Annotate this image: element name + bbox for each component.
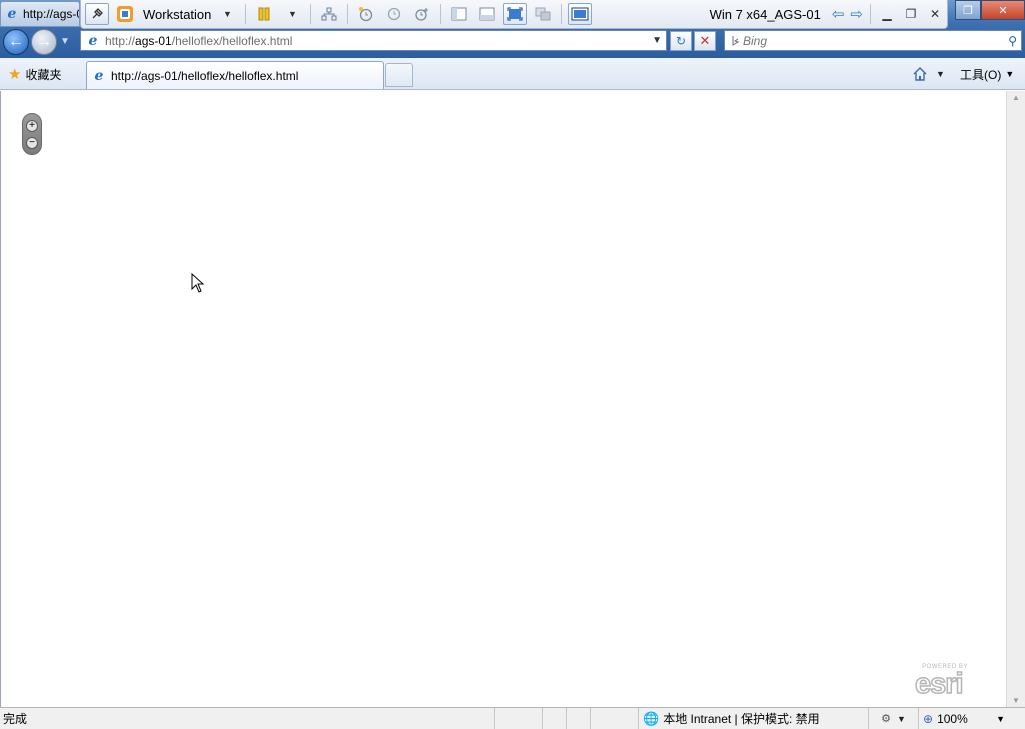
next-vm-icon[interactable]: ⇨ (850, 5, 863, 23)
address-text[interactable]: http://ags-01/helloflex/helloflex.html (105, 34, 292, 48)
window-title-tab[interactable]: e http://ags-01/helloflex/helloflex.html (0, 1, 80, 27)
mouse-cursor-icon (191, 273, 205, 293)
status-cell (542, 707, 566, 729)
vertical-scrollbar[interactable]: ▲ ▼ (1006, 91, 1025, 707)
favorites-label: 收藏夹 (25, 67, 62, 82)
home-button[interactable]: ▼ (912, 64, 945, 84)
search-icon[interactable]: ⚲ (1008, 34, 1017, 48)
window-restore-icon[interactable]: ❐ (955, 0, 981, 20)
workstation-menu[interactable]: Workstation (143, 7, 211, 22)
search-box[interactable]: ⚲ (724, 30, 1022, 51)
window-controls: ❐ ✕ (955, 0, 1025, 20)
lock-icon: ⚙ (881, 713, 891, 725)
pin-icon[interactable] (85, 3, 109, 25)
page-icon: e (88, 32, 98, 49)
star-icon: ★ (8, 66, 22, 83)
zoom-level-button[interactable]: ⊕ 100% ▼ (918, 707, 1025, 729)
home-dropdown-icon[interactable]: ▼ (936, 69, 945, 79)
snapshot-manager-icon[interactable] (410, 3, 434, 25)
refresh-icon: ↻ (675, 34, 687, 48)
separator (347, 4, 349, 24)
vm-name: Win 7 x64_AGS-01 (709, 6, 821, 22)
intranet-globe-icon: 🌐 (643, 710, 660, 726)
window-title: http://ags-01/helloflex/helloflex.html (23, 7, 79, 21)
zoom-in-button[interactable]: + (26, 119, 38, 132)
status-text: 完成 (3, 712, 28, 726)
security-settings-button[interactable]: ⚙ ▼ (868, 707, 918, 729)
revert-snapshot-icon[interactable] (382, 3, 406, 25)
stop-button[interactable]: ✕ (694, 31, 716, 51)
chevron-down-icon: ▼ (1005, 69, 1015, 79)
tab-ie-icon: e (94, 67, 104, 84)
address-dropdown-icon[interactable]: ▼ (652, 35, 662, 46)
network-icon[interactable] (317, 3, 341, 25)
forward-button[interactable]: → (31, 29, 57, 55)
home-icon (913, 67, 927, 81)
stop-icon: ✕ (699, 33, 711, 48)
status-cell (494, 707, 542, 729)
close-icon[interactable]: ✕ (923, 5, 947, 23)
new-tab-button[interactable] (385, 63, 413, 87)
chevron-down-icon: ▼ (896, 713, 906, 724)
window-close-icon[interactable]: ✕ (981, 0, 1025, 20)
map-viewport[interactable]: + − POWERED BY esri (0, 91, 1006, 707)
separator (245, 4, 247, 24)
tools-label: 工具(O) (960, 67, 1002, 82)
magnifier-icon: ⊕ (923, 711, 934, 726)
separator (310, 4, 312, 24)
active-tab[interactable]: e http://ags-01/helloflex/helloflex.html (86, 61, 384, 89)
recent-pages-dropdown-icon[interactable]: ▼ (60, 36, 70, 47)
esri-logo[interactable]: POWERED BY esri (913, 664, 977, 701)
thumbnail-view-icon[interactable] (475, 3, 499, 25)
refresh-button[interactable]: ↻ (670, 31, 692, 51)
status-cell (566, 707, 590, 729)
chevron-down-icon[interactable]: ▼ (280, 3, 304, 25)
vmware-toolbar: Workstation ▼ ▼ Win 7 x64_AGS-01 ⇦ ⇨ ▁ ❐… (80, 0, 948, 29)
unity-icon[interactable] (531, 3, 555, 25)
chevron-down-icon[interactable]: ▼ (215, 3, 239, 25)
separator (870, 4, 871, 24)
console-view-icon[interactable] (568, 3, 593, 25)
search-input[interactable] (743, 33, 983, 48)
sidebar-view-icon[interactable] (447, 3, 471, 25)
esri-wordmark: esri (914, 667, 964, 701)
tab-bar: ★ 收藏夹 e http://ags-01/helloflex/hellofle… (0, 58, 1025, 90)
scroll-up-icon[interactable]: ▲ (1007, 93, 1025, 102)
back-arrow-icon: ← (8, 33, 24, 50)
status-bar: 完成 🌐 本地 Intranet | 保护模式: 禁用 ⚙ ▼ ⊕ 100% ▼ (0, 707, 1025, 729)
favorites-button[interactable]: ★ 收藏夹 (4, 63, 65, 85)
pause-icon[interactable] (252, 3, 276, 25)
bing-search-icon (732, 35, 740, 46)
back-button[interactable]: ← (3, 29, 29, 55)
tools-menu[interactable]: 工具(O) ▼ (960, 64, 1014, 84)
address-bar[interactable]: e http://ags-01/helloflex/helloflex.html… (80, 30, 667, 51)
zone-text: 本地 Intranet | 保护模式: 禁用 (663, 712, 820, 726)
separator (440, 4, 442, 24)
active-tab-label: http://ags-01/helloflex/helloflex.html (111, 68, 299, 83)
fullscreen-icon[interactable] (503, 3, 528, 25)
zoom-slider[interactable]: + − (22, 113, 42, 155)
snapshot-icon[interactable] (354, 3, 378, 25)
vmware-icon (113, 3, 137, 25)
status-cell (590, 707, 638, 729)
ie-logo-icon: e (7, 6, 17, 22)
previous-vm-icon[interactable]: ⇦ (832, 5, 845, 23)
scroll-down-icon[interactable]: ▼ (1007, 696, 1025, 705)
separator (561, 4, 563, 24)
forward-arrow-icon: → (36, 33, 52, 50)
zoom-level-text: 100% (937, 711, 968, 726)
zoom-out-button[interactable]: − (26, 136, 38, 149)
restore-icon[interactable]: ❐ (899, 5, 923, 23)
minimize-icon[interactable]: ▁ (875, 5, 899, 23)
chevron-down-icon: ▼ (996, 713, 1005, 724)
security-zone[interactable]: 🌐 本地 Intranet | 保护模式: 禁用 (638, 707, 868, 729)
